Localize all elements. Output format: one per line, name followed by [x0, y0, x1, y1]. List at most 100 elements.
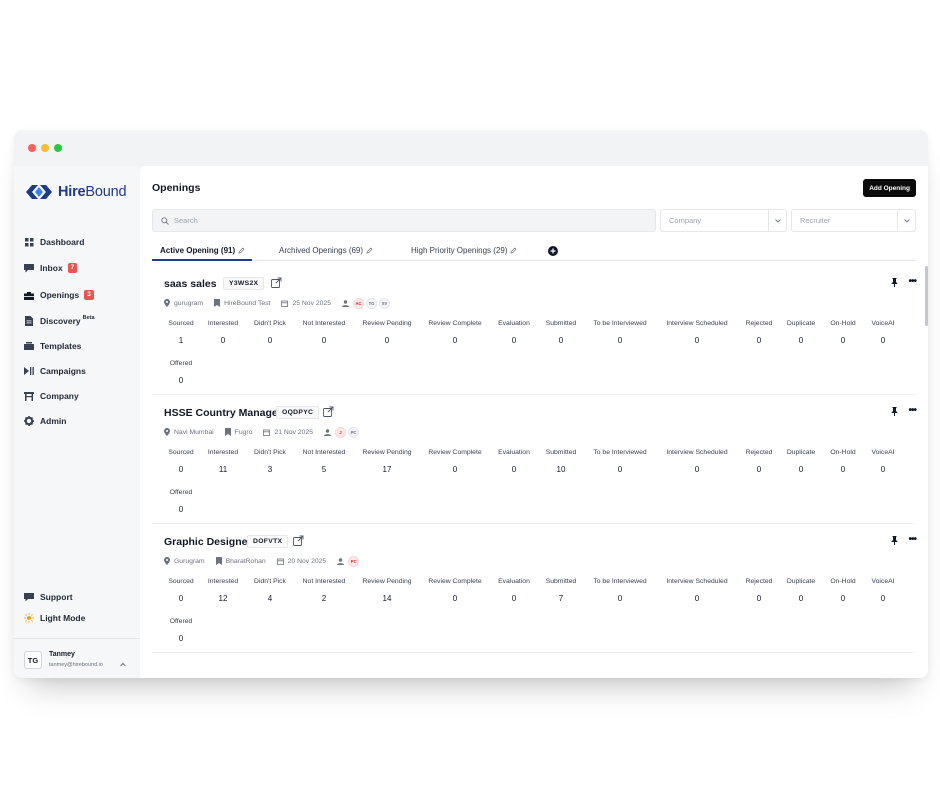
tab-archived-openings[interactable]: Archived Openings (69) — [279, 240, 373, 261]
stat-10[interactable]: Rejected 0 — [746, 578, 773, 603]
stat-8[interactable]: To be Interviewed 0 — [593, 578, 646, 603]
stat-7[interactable]: Submitted 7 — [546, 578, 577, 603]
stat-3[interactable]: Not Interested 0 — [303, 320, 346, 345]
stat-14[interactable]: Offered 0 — [170, 489, 193, 514]
stat-10[interactable]: Rejected 0 — [746, 320, 773, 345]
stat-13[interactable]: VoiceAI 0 — [871, 578, 894, 603]
stat-7[interactable]: Submitted 10 — [546, 449, 577, 474]
main-content: Openings Add Opening Search Company Recr… — [140, 166, 928, 678]
stat-3[interactable]: Not Interested 5 — [303, 449, 346, 474]
tab-active-openings[interactable]: Active Opening (91) — [160, 240, 245, 261]
recruiters[interactable]: PC — [337, 555, 361, 567]
stat-1[interactable]: Interested 11 — [208, 449, 238, 474]
close-window-dot[interactable] — [28, 144, 36, 152]
sidebar-item-company[interactable]: Company — [24, 388, 79, 404]
stat-13[interactable]: VoiceAI 0 — [871, 320, 894, 345]
stat-2[interactable]: Didn't Pick 3 — [254, 449, 286, 474]
opening-card[interactable]: Graphic Designer DOFVTX Gurugram BharatRo… — [152, 524, 917, 653]
stat-5[interactable]: Review Complete 0 — [428, 320, 481, 345]
add-tab-button[interactable] — [548, 240, 558, 261]
company-select[interactable]: Company — [660, 209, 787, 232]
recruiter-avatar[interactable]: J — [334, 426, 346, 438]
stat-value: 0 — [321, 336, 327, 345]
sidebar-item-campaigns[interactable]: Campaigns — [24, 363, 86, 379]
stat-12[interactable]: On-Hold 0 — [830, 449, 855, 474]
stat-5[interactable]: Review Complete 0 — [428, 449, 481, 474]
stat-0[interactable]: Sourced 1 — [168, 320, 193, 345]
sidebar-item-discovery[interactable]: Discovery Beta — [24, 313, 95, 329]
sidebar-item-support[interactable]: Support — [24, 589, 73, 605]
more-options-icon[interactable]: ••• — [908, 276, 916, 287]
maximize-window-dot[interactable] — [54, 144, 62, 152]
external-link-icon[interactable] — [270, 277, 282, 289]
more-options-icon[interactable]: ••• — [908, 405, 916, 416]
stat-8[interactable]: To be Interviewed 0 — [593, 320, 646, 345]
stat-12[interactable]: On-Hold 0 — [830, 320, 855, 345]
recruiters[interactable]: J PC — [323, 426, 361, 438]
opening-card[interactable]: HSSE Country Manager OQDPYC Navi Mumbai F… — [152, 395, 917, 524]
user-profile-menu[interactable]: TG Tanmey tanmey@hirebound.io — [14, 638, 140, 678]
stat-2[interactable]: Didn't Pick 4 — [254, 578, 286, 603]
recruiter-avatar[interactable]: SV — [379, 297, 390, 309]
stat-4[interactable]: Review Pending 0 — [362, 320, 411, 345]
pin-icon[interactable] — [891, 278, 898, 287]
stat-2[interactable]: Didn't Pick 0 — [254, 320, 286, 345]
stat-11[interactable]: Duplicate 0 — [787, 449, 815, 474]
stat-4[interactable]: Review Pending 17 — [362, 449, 411, 474]
opening-card[interactable]: saas sales Y3WS2X gurugram HireBound Test… — [152, 266, 917, 395]
opening-title[interactable]: Graphic Designer — [164, 536, 252, 548]
stat-6[interactable]: Evaluation 0 — [498, 449, 530, 474]
minimize-window-dot[interactable] — [41, 144, 49, 152]
stat-6[interactable]: Evaluation 0 — [498, 578, 530, 603]
stat-label: Duplicate — [786, 320, 816, 327]
stat-9[interactable]: Interview Scheduled 0 — [666, 320, 727, 345]
opening-title[interactable]: HSSE Country Manager — [164, 407, 282, 419]
stat-4[interactable]: Review Pending 14 — [362, 578, 411, 603]
light-mode-toggle[interactable]: Light Mode — [24, 610, 85, 626]
stat-9[interactable]: Interview Scheduled 0 — [666, 578, 727, 603]
stat-5[interactable]: Review Complete 0 — [428, 578, 481, 603]
tab-high-priority-openings[interactable]: High Priority Openings (29) — [411, 240, 517, 261]
more-options-icon[interactable]: ••• — [908, 534, 916, 545]
stat-label: VoiceAI — [871, 449, 895, 456]
sidebar-item-openings[interactable]: Openings 3 — [24, 287, 94, 303]
external-link-icon[interactable] — [292, 535, 304, 547]
pin-icon[interactable] — [891, 536, 898, 545]
search-input[interactable]: Search — [152, 209, 656, 232]
stat-11[interactable]: Duplicate 0 — [787, 578, 815, 603]
opening-title[interactable]: saas sales — [164, 278, 217, 290]
recruiter-avatar[interactable]: TG — [366, 297, 377, 309]
stat-9[interactable]: Interview Scheduled 0 — [666, 449, 727, 474]
stat-value: 0 — [798, 594, 804, 603]
recruiter-avatar[interactable]: AC — [353, 297, 364, 309]
sidebar-item-admin[interactable]: Admin — [24, 413, 66, 429]
stat-3[interactable]: Not Interested 2 — [303, 578, 346, 603]
recruiter-select[interactable]: Recruiter — [791, 209, 916, 232]
list-scrollbar[interactable] — [925, 266, 928, 326]
sidebar-item-inbox[interactable]: Inbox 7 — [24, 260, 78, 276]
add-opening-button[interactable]: Add Opening — [863, 179, 916, 197]
stat-value: 0 — [756, 594, 762, 603]
sidebar-item-dashboard[interactable]: Dashboard — [24, 234, 84, 250]
recruiters[interactable]: AC TG SV — [342, 297, 392, 309]
stat-12[interactable]: On-Hold 0 — [830, 578, 855, 603]
stat-0[interactable]: Sourced 0 — [168, 578, 193, 603]
recruiter-avatar[interactable]: PC — [348, 555, 360, 567]
stat-14[interactable]: Offered 0 — [170, 360, 193, 385]
stat-1[interactable]: Interested 0 — [208, 320, 238, 345]
stat-6[interactable]: Evaluation 0 — [498, 320, 530, 345]
recruiter-avatar[interactable]: PC — [347, 426, 359, 438]
stat-0[interactable]: Sourced 0 — [168, 449, 193, 474]
external-link-icon[interactable] — [322, 406, 334, 418]
brand-logo[interactable]: HireBound — [24, 182, 127, 202]
pin-icon[interactable] — [891, 407, 898, 416]
stat-7[interactable]: Submitted 0 — [546, 320, 577, 345]
sidebar-item-templates[interactable]: Templates — [24, 338, 81, 354]
stat-11[interactable]: Duplicate 0 — [787, 320, 815, 345]
stat-1[interactable]: Interested 12 — [208, 578, 238, 603]
stat-13[interactable]: VoiceAI 0 — [871, 449, 894, 474]
stat-10[interactable]: Rejected 0 — [746, 449, 773, 474]
stat-8[interactable]: To be Interviewed 0 — [593, 449, 646, 474]
stat-label: Evaluation — [498, 320, 530, 327]
stat-14[interactable]: Offered 0 — [170, 618, 193, 643]
